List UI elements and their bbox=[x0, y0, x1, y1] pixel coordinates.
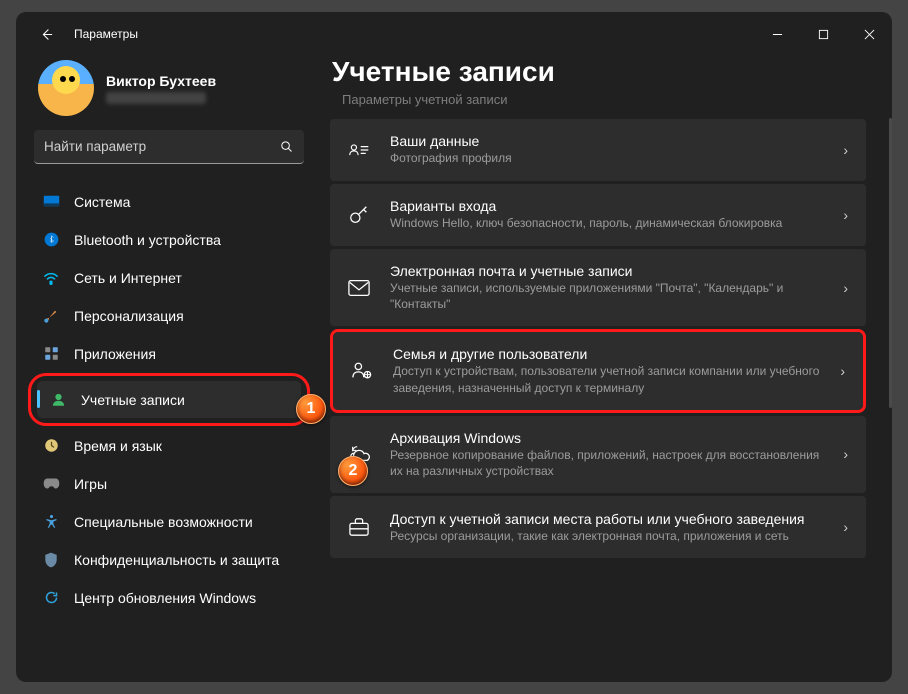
card-title: Доступ к учетной записи места работы или… bbox=[390, 511, 825, 527]
brush-icon bbox=[42, 307, 60, 325]
clock-icon bbox=[42, 437, 60, 455]
card-title: Варианты входа bbox=[390, 198, 825, 214]
update-icon bbox=[42, 589, 60, 607]
sidebar-item-label: Система bbox=[74, 194, 130, 210]
sidebar-item-personalization[interactable]: Персонализация bbox=[30, 297, 308, 334]
profile-name: Виктор Бухтеев bbox=[106, 73, 216, 89]
card-title: Семья и другие пользователи bbox=[393, 346, 822, 362]
highlight-sidebar: Учетные записи bbox=[28, 373, 310, 426]
chevron-right-icon: › bbox=[843, 519, 848, 535]
sidebar-item-bluetooth[interactable]: Bluetooth и устройства bbox=[30, 221, 308, 258]
accessibility-icon bbox=[42, 513, 60, 531]
sidebar-item-privacy[interactable]: Конфиденциальность и защита bbox=[30, 541, 308, 578]
window-title: Параметры bbox=[74, 27, 138, 41]
sidebar-item-label: Приложения bbox=[74, 346, 156, 362]
card-sub: Windows Hello, ключ безопасности, пароль… bbox=[390, 215, 825, 231]
briefcase-icon bbox=[346, 514, 372, 540]
chevron-right-icon: › bbox=[843, 207, 848, 223]
maximize-button[interactable] bbox=[800, 18, 846, 50]
profile[interactable]: Виктор Бухтеев bbox=[28, 56, 310, 130]
family-icon bbox=[349, 358, 375, 384]
section-label: Параметры учетной записи bbox=[342, 92, 870, 107]
user-icon bbox=[49, 391, 67, 409]
settings-window: Параметры Виктор Бухтеев bbox=[16, 12, 892, 682]
avatar bbox=[38, 60, 94, 116]
card-title: Архивация Windows bbox=[390, 430, 825, 446]
sidebar-item-network[interactable]: Сеть и Интернет bbox=[30, 259, 308, 296]
sidebar-item-label: Центр обновления Windows bbox=[74, 590, 256, 606]
card-sub: Доступ к устройствам, пользователи учетн… bbox=[393, 363, 822, 395]
card-sub: Ресурсы организации, такие как электронн… bbox=[390, 528, 825, 544]
titlebar: Параметры bbox=[16, 12, 892, 56]
sidebar-item-label: Специальные возможности bbox=[74, 514, 253, 530]
card-sub: Резервное копирование файлов, приложений… bbox=[390, 447, 825, 479]
sidebar-item-update[interactable]: Центр обновления Windows bbox=[30, 579, 308, 616]
sidebar: Виктор Бухтеев Система bbox=[16, 56, 316, 682]
sidebar-item-accessibility[interactable]: Специальные возможности bbox=[30, 503, 308, 540]
sidebar-item-label: Сеть и Интернет bbox=[74, 270, 182, 286]
sidebar-item-label: Учетные записи bbox=[81, 392, 185, 408]
card-email-accounts[interactable]: Электронная почта и учетные записи Учетн… bbox=[330, 249, 866, 326]
chevron-right-icon: › bbox=[840, 363, 845, 379]
content: Учетные записи Параметры учетной записи … bbox=[316, 56, 892, 682]
card-title: Электронная почта и учетные записи bbox=[390, 263, 825, 279]
minimize-button[interactable] bbox=[754, 18, 800, 50]
sidebar-item-system[interactable]: Система bbox=[30, 183, 308, 220]
sidebar-item-accounts[interactable]: Учетные записи bbox=[37, 381, 301, 418]
card-backup[interactable]: Архивация Windows Резервное копирование … bbox=[330, 416, 866, 493]
mail-icon bbox=[346, 275, 372, 301]
sidebar-item-label: Bluetooth и устройства bbox=[74, 232, 221, 248]
nav: Система Bluetooth и устройства Сеть и Ин… bbox=[28, 174, 310, 617]
sidebar-item-apps[interactable]: Приложения bbox=[30, 335, 308, 372]
close-button[interactable] bbox=[846, 18, 892, 50]
badge-icon bbox=[346, 137, 372, 163]
sidebar-item-label: Персонализация bbox=[74, 308, 184, 324]
chevron-right-icon: › bbox=[843, 446, 848, 462]
apps-icon bbox=[42, 345, 60, 363]
profile-email bbox=[106, 92, 206, 104]
chevron-right-icon: › bbox=[843, 280, 848, 296]
key-icon bbox=[346, 202, 372, 228]
shield-icon bbox=[42, 551, 60, 569]
window-buttons bbox=[754, 18, 892, 50]
chevron-right-icon: › bbox=[843, 142, 848, 158]
card-work-school[interactable]: Доступ к учетной записи места работы или… bbox=[330, 496, 866, 558]
sidebar-item-time[interactable]: Время и язык bbox=[30, 427, 308, 464]
sidebar-item-gaming[interactable]: Игры bbox=[30, 465, 308, 502]
card-title: Ваши данные bbox=[390, 133, 825, 149]
search-icon bbox=[279, 139, 294, 154]
bluetooth-icon bbox=[42, 231, 60, 249]
sidebar-item-label: Игры bbox=[74, 476, 107, 492]
card-sub: Фотография профиля bbox=[390, 150, 825, 166]
search-input[interactable] bbox=[44, 139, 279, 154]
system-icon bbox=[42, 193, 60, 211]
card-family-users[interactable]: Семья и другие пользователи Доступ к уст… bbox=[333, 332, 863, 409]
annotation-badge-1: 1 bbox=[296, 394, 326, 424]
scrollbar[interactable] bbox=[889, 118, 892, 408]
card-sub: Учетные записи, используемые приложениям… bbox=[390, 280, 825, 312]
page-title: Учетные записи bbox=[332, 56, 870, 88]
back-button[interactable] bbox=[30, 18, 62, 50]
wifi-icon bbox=[42, 269, 60, 287]
gamepad-icon bbox=[42, 475, 60, 493]
card-signin-options[interactable]: Варианты входа Windows Hello, ключ безоп… bbox=[330, 184, 866, 246]
card-your-info[interactable]: Ваши данные Фотография профиля › bbox=[330, 119, 866, 181]
sidebar-item-label: Время и язык bbox=[74, 438, 162, 454]
sidebar-item-label: Конфиденциальность и защита bbox=[74, 552, 279, 568]
highlight-card: Семья и другие пользователи Доступ к уст… bbox=[330, 329, 866, 412]
search-box[interactable] bbox=[34, 130, 304, 164]
annotation-badge-2: 2 bbox=[338, 456, 368, 486]
